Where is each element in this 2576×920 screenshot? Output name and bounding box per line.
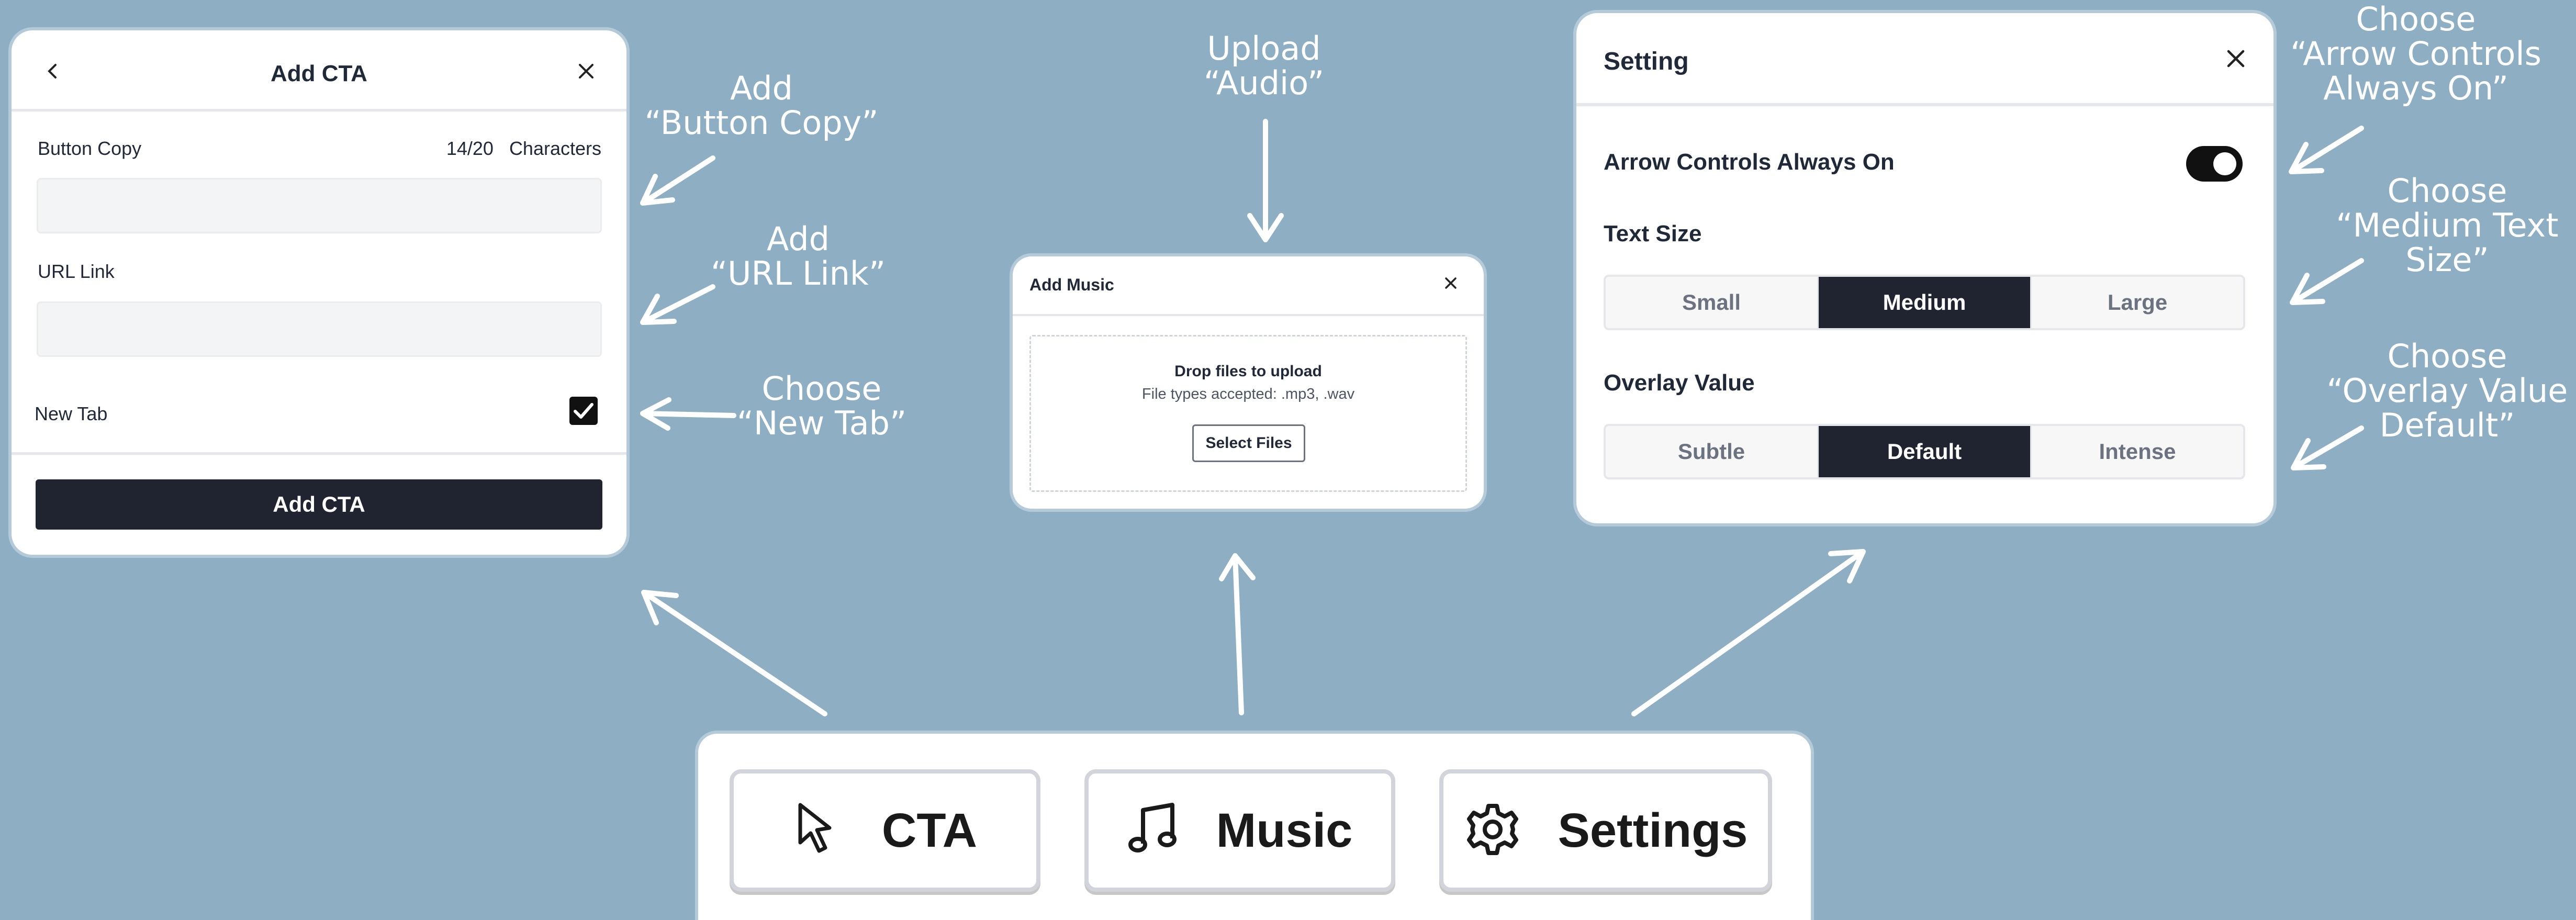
callout-line: “Button Copy” [644, 104, 879, 142]
callout-line: “Medium Text [2336, 206, 2559, 244]
callout-line: Choose [2356, 0, 2476, 38]
callout-line: “Audio” [1203, 64, 1325, 102]
callout-choose-medium-text: Choose “Medium Text Size” [2322, 174, 2573, 277]
callout-line: Choose [2387, 337, 2507, 375]
arrow-to-cta-panel [641, 590, 827, 716]
callout-line: “Arrow Controls [2290, 35, 2541, 73]
callout-line: Add [730, 69, 793, 107]
callout-choose-new-tab: Choose “New Tab” [701, 372, 942, 441]
callout-line: Choose [2387, 172, 2507, 210]
callout-line: “New Tab” [736, 404, 907, 442]
callout-line: Size” [2405, 241, 2489, 279]
callout-line: Add [766, 220, 830, 258]
callout-line: “URL Link” [711, 254, 886, 293]
callout-choose-overlay-default: Choose “Overlay Value Default” [2322, 339, 2573, 443]
callout-line: Always On” [2323, 69, 2508, 107]
callout-line: Default” [2379, 406, 2515, 444]
arrow-to-music-panel [1219, 553, 1256, 715]
callout-choose-arrow-controls: Choose “Arrow Controls Always On” [2280, 2, 2552, 106]
callout-line: Upload [1207, 29, 1321, 68]
callout-line: “Overlay Value [2326, 372, 2568, 410]
arrow-arrow-controls [2289, 126, 2364, 174]
callout-upload-audio: Upload “Audio” [1157, 31, 1371, 100]
annotation-arrows [640, 119, 2364, 716]
arrow-url-link [640, 284, 715, 325]
arrow-to-settings-panel [1631, 549, 1866, 716]
callout-add-button-copy: Add “Button Copy” [625, 71, 898, 140]
arrow-button-copy [640, 155, 715, 206]
arrow-upload-audio [1247, 119, 1284, 242]
callout-add-url-link: Add “URL Link” [683, 222, 913, 291]
callout-line: Choose [761, 369, 882, 408]
